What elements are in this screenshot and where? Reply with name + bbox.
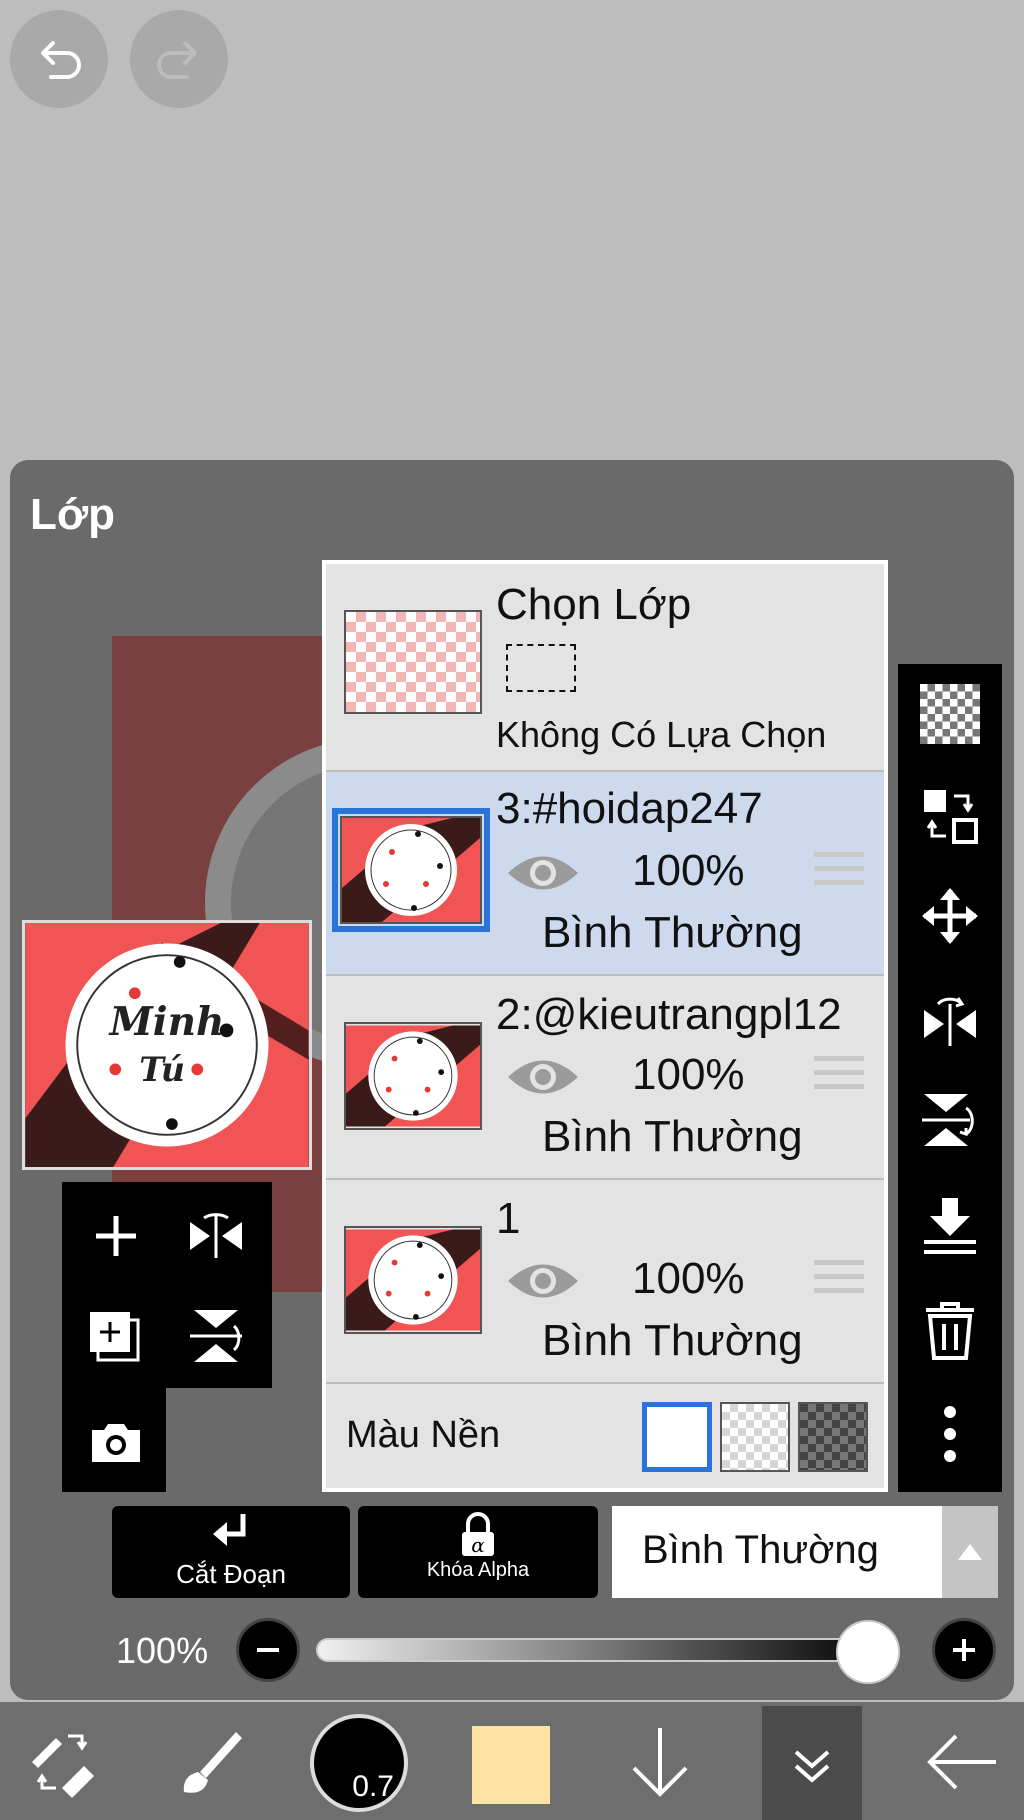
undo-button[interactable] <box>10 10 108 108</box>
blend-mode-dropdown-button[interactable] <box>942 1506 998 1598</box>
merge-down-button[interactable] <box>920 1196 980 1256</box>
layer-blend-mode: Bình Thường <box>542 908 803 957</box>
merge-down-icon <box>924 1198 976 1254</box>
more-vertical-icon <box>944 1406 956 1462</box>
transparent-fill-button[interactable] <box>920 684 980 744</box>
eye-icon[interactable] <box>506 1258 580 1304</box>
clipping-label: Cắt Đoạn <box>176 1559 286 1589</box>
duplicate-layer-icon <box>90 1312 140 1362</box>
swap-layer-button[interactable] <box>920 786 980 846</box>
layer-opacity: 100% <box>632 1050 745 1099</box>
flip-vertical-icon <box>190 1310 242 1362</box>
triangle-up-icon <box>958 1544 982 1560</box>
plus-icon <box>953 1639 975 1661</box>
drag-handle-icon[interactable] <box>814 1056 864 1098</box>
layer-preview: Minh Tú <box>22 920 312 1170</box>
layer-name: 2:@kieutrangpl12 <box>496 990 842 1039</box>
background-transparent-light-swatch[interactable] <box>720 1402 790 1472</box>
layer-row-1[interactable]: 1 100% Bình Thường <box>326 1178 884 1382</box>
arrow-down-icon <box>632 1728 688 1797</box>
layer-row-2[interactable]: 2:@kieutrangpl12 100% Bình Thường <box>326 974 884 1178</box>
redo-button[interactable] <box>130 10 228 108</box>
layer-opacity: 100% <box>632 846 745 895</box>
eye-icon[interactable] <box>506 850 580 896</box>
eye-icon[interactable] <box>506 1054 580 1100</box>
plus-icon <box>96 1216 136 1256</box>
layer-name: 3:#hoidap247 <box>496 784 763 833</box>
selection-layer-row[interactable]: Chọn Lớp Không Có Lựa Chọn <box>326 564 884 770</box>
opacity-increase-button[interactable] <box>932 1618 996 1682</box>
layer-blend-mode: Bình Thường <box>542 1316 803 1365</box>
trash-icon <box>926 1302 974 1360</box>
more-options-button[interactable] <box>920 1404 980 1464</box>
selection-marquee-icon <box>506 644 576 692</box>
flip-horizontal-icon <box>190 1213 242 1258</box>
drag-handle-icon[interactable] <box>814 852 864 894</box>
layer-name: 1 <box>496 1194 521 1243</box>
brush-tool-button[interactable] <box>170 1722 250 1802</box>
camera-icon <box>92 1424 140 1462</box>
selection-status: Không Có Lựa Chọn <box>496 714 827 755</box>
artwork-text-line2: Tú <box>139 1050 185 1089</box>
brush-size-label: 0.7 <box>352 1770 394 1803</box>
move-layer-button[interactable] <box>920 886 980 946</box>
alpha-lock-button[interactable]: α Khóa Alpha <box>358 1506 598 1598</box>
layer-thumbnail <box>344 1022 482 1130</box>
tool-switch-button[interactable] <box>22 1722 102 1802</box>
layer-thumbnail <box>340 816 482 924</box>
blend-mode-select[interactable]: Bình Thường <box>612 1506 998 1598</box>
move-down-button[interactable] <box>620 1722 700 1802</box>
duplicate-layer-button[interactable] <box>86 1306 146 1366</box>
opacity-value: 100% <box>116 1630 209 1671</box>
blend-mode-value: Bình Thường <box>642 1528 879 1572</box>
artwork-text-line1: Minh <box>108 999 225 1045</box>
arrow-left-icon <box>927 1734 996 1790</box>
color-swatch-button[interactable] <box>472 1726 550 1804</box>
layer-thumbnail <box>344 1226 482 1334</box>
swap-layers-icon <box>924 790 978 844</box>
brush-size-button[interactable]: 0.7 <box>310 1714 408 1812</box>
clipping-arrow-icon <box>213 1514 246 1546</box>
flip-horizontal-button[interactable] <box>186 1206 246 1266</box>
checkerboard-icon <box>920 684 980 744</box>
selection-title: Chọn Lớp <box>496 580 692 629</box>
layer-opacity: 100% <box>632 1254 745 1303</box>
layer-row-3[interactable]: 3:#hoidap247 100% Bình Thường <box>326 770 884 974</box>
artwork-preview: Minh Tú <box>25 923 309 1167</box>
alpha-lock-label: Khóa Alpha <box>426 1559 530 1581</box>
flip-layer-vertical-button[interactable] <box>920 1090 980 1150</box>
double-chevron-down-icon <box>794 1750 830 1783</box>
flip-horizontal-icon <box>924 997 976 1046</box>
redo-icon <box>157 41 197 79</box>
selection-thumbnail <box>344 610 482 714</box>
flip-vertical-icon <box>922 1094 974 1146</box>
camera-button[interactable] <box>86 1412 146 1472</box>
minus-icon <box>257 1648 279 1652</box>
background-color-row: Màu Nền <box>326 1382 884 1488</box>
drag-handle-icon[interactable] <box>814 1260 864 1302</box>
layers-tab-button[interactable] <box>782 1722 842 1802</box>
undo-icon <box>41 41 81 79</box>
background-white-swatch[interactable] <box>642 1402 712 1472</box>
layer-right-toolbar <box>898 664 1002 1492</box>
brush-eraser-switch-icon <box>32 1734 94 1798</box>
opacity-slider-thumb[interactable] <box>836 1620 900 1684</box>
layer-blend-mode: Bình Thường <box>542 1112 803 1161</box>
background-color-label: Màu Nền <box>346 1414 501 1456</box>
move-icon <box>922 888 978 944</box>
svg-text:α: α <box>471 1533 485 1557</box>
clipping-button[interactable]: Cắt Đoạn <box>112 1506 350 1598</box>
panel-title: Lớp <box>30 490 116 539</box>
opacity-slider[interactable] <box>316 1638 886 1662</box>
opacity-decrease-button[interactable] <box>236 1618 300 1682</box>
layer-list: Chọn Lớp Không Có Lựa Chọn 3:#hoidap247 … <box>322 560 888 1492</box>
flip-layer-horizontal-button[interactable] <box>920 990 980 1050</box>
lock-icon: α <box>462 1512 494 1557</box>
flip-vertical-button[interactable] <box>186 1306 246 1366</box>
delete-layer-button[interactable] <box>920 1300 980 1360</box>
background-transparent-dark-swatch[interactable] <box>798 1402 868 1472</box>
back-button[interactable] <box>922 1722 1002 1802</box>
add-layer-button[interactable] <box>88 1208 144 1264</box>
brush-icon <box>183 1732 242 1793</box>
